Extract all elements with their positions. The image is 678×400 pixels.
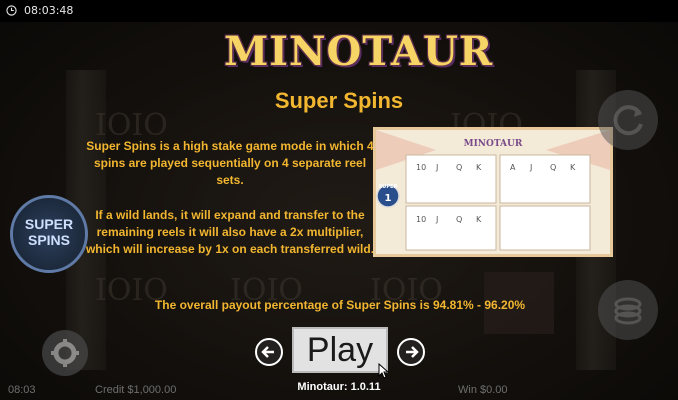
settings-button[interactable] bbox=[42, 330, 88, 376]
coins-icon bbox=[614, 297, 642, 325]
preview-reel-set-4 bbox=[499, 205, 591, 251]
arrow-left-icon bbox=[261, 346, 274, 358]
preview-logo: MINOTAUR bbox=[464, 139, 523, 149]
bet-button[interactable] bbox=[598, 280, 658, 340]
svg-text:Q: Q bbox=[456, 215, 462, 224]
clock-icon bbox=[6, 5, 17, 16]
paytable-title: Super Spins bbox=[274, 88, 404, 113]
spin-button[interactable] bbox=[598, 90, 658, 150]
preview-reel-set-3 bbox=[405, 205, 497, 251]
svg-text:K: K bbox=[570, 163, 576, 172]
svg-text:K: K bbox=[476, 163, 482, 172]
paytable-paragraph-2: If a wild lands, it will expand and tran… bbox=[85, 208, 375, 256]
svg-text:SUPER: SUPER bbox=[379, 184, 398, 190]
paytable-paragraph-1: Super Spins is a high stake game mode in… bbox=[86, 139, 374, 187]
game-logo: MINOTAUR bbox=[224, 28, 494, 80]
svg-text:J: J bbox=[529, 163, 532, 172]
next-page-button[interactable] bbox=[397, 338, 425, 366]
svg-text:J: J bbox=[435, 163, 438, 172]
status-time: 08:03:48 bbox=[24, 4, 74, 17]
svg-text:Q: Q bbox=[456, 163, 462, 172]
super-spins-button-label: SUPER SPINS bbox=[24, 216, 74, 248]
play-button-label: Play bbox=[306, 331, 374, 369]
mouse-cursor-icon bbox=[378, 363, 390, 379]
svg-text:K: K bbox=[476, 215, 482, 224]
game-screen: IOIO IOIO IOIO IOIO IOIO 08:03:48 MINOTA… bbox=[0, 0, 678, 400]
svg-text:10: 10 bbox=[416, 215, 426, 224]
svg-text:A: A bbox=[510, 163, 516, 172]
svg-text:Q: Q bbox=[550, 163, 556, 172]
previous-page-button[interactable] bbox=[255, 338, 283, 366]
gear-icon bbox=[51, 339, 79, 367]
svg-text:1: 1 bbox=[385, 193, 392, 204]
play-button[interactable]: Play bbox=[292, 327, 388, 373]
game-logo-text: MINOTAUR bbox=[224, 28, 494, 75]
game-version: Minotaur: 1.0.11 bbox=[297, 381, 381, 393]
svg-text:10: 10 bbox=[416, 163, 426, 172]
paytable-paragraph-3: The overall payout percentage of Super S… bbox=[154, 298, 526, 312]
super-spins-button[interactable]: SUPER SPINS bbox=[10, 195, 88, 273]
super-spins-preview-image: MINOTAUR 10 J Q K A J Q K 10 J Q K SUPER… bbox=[373, 127, 613, 257]
svg-text:J: J bbox=[435, 215, 438, 224]
status-bar: 08:03:48 bbox=[0, 0, 678, 22]
refresh-icon bbox=[613, 105, 643, 136]
arrow-right-icon bbox=[406, 346, 419, 358]
